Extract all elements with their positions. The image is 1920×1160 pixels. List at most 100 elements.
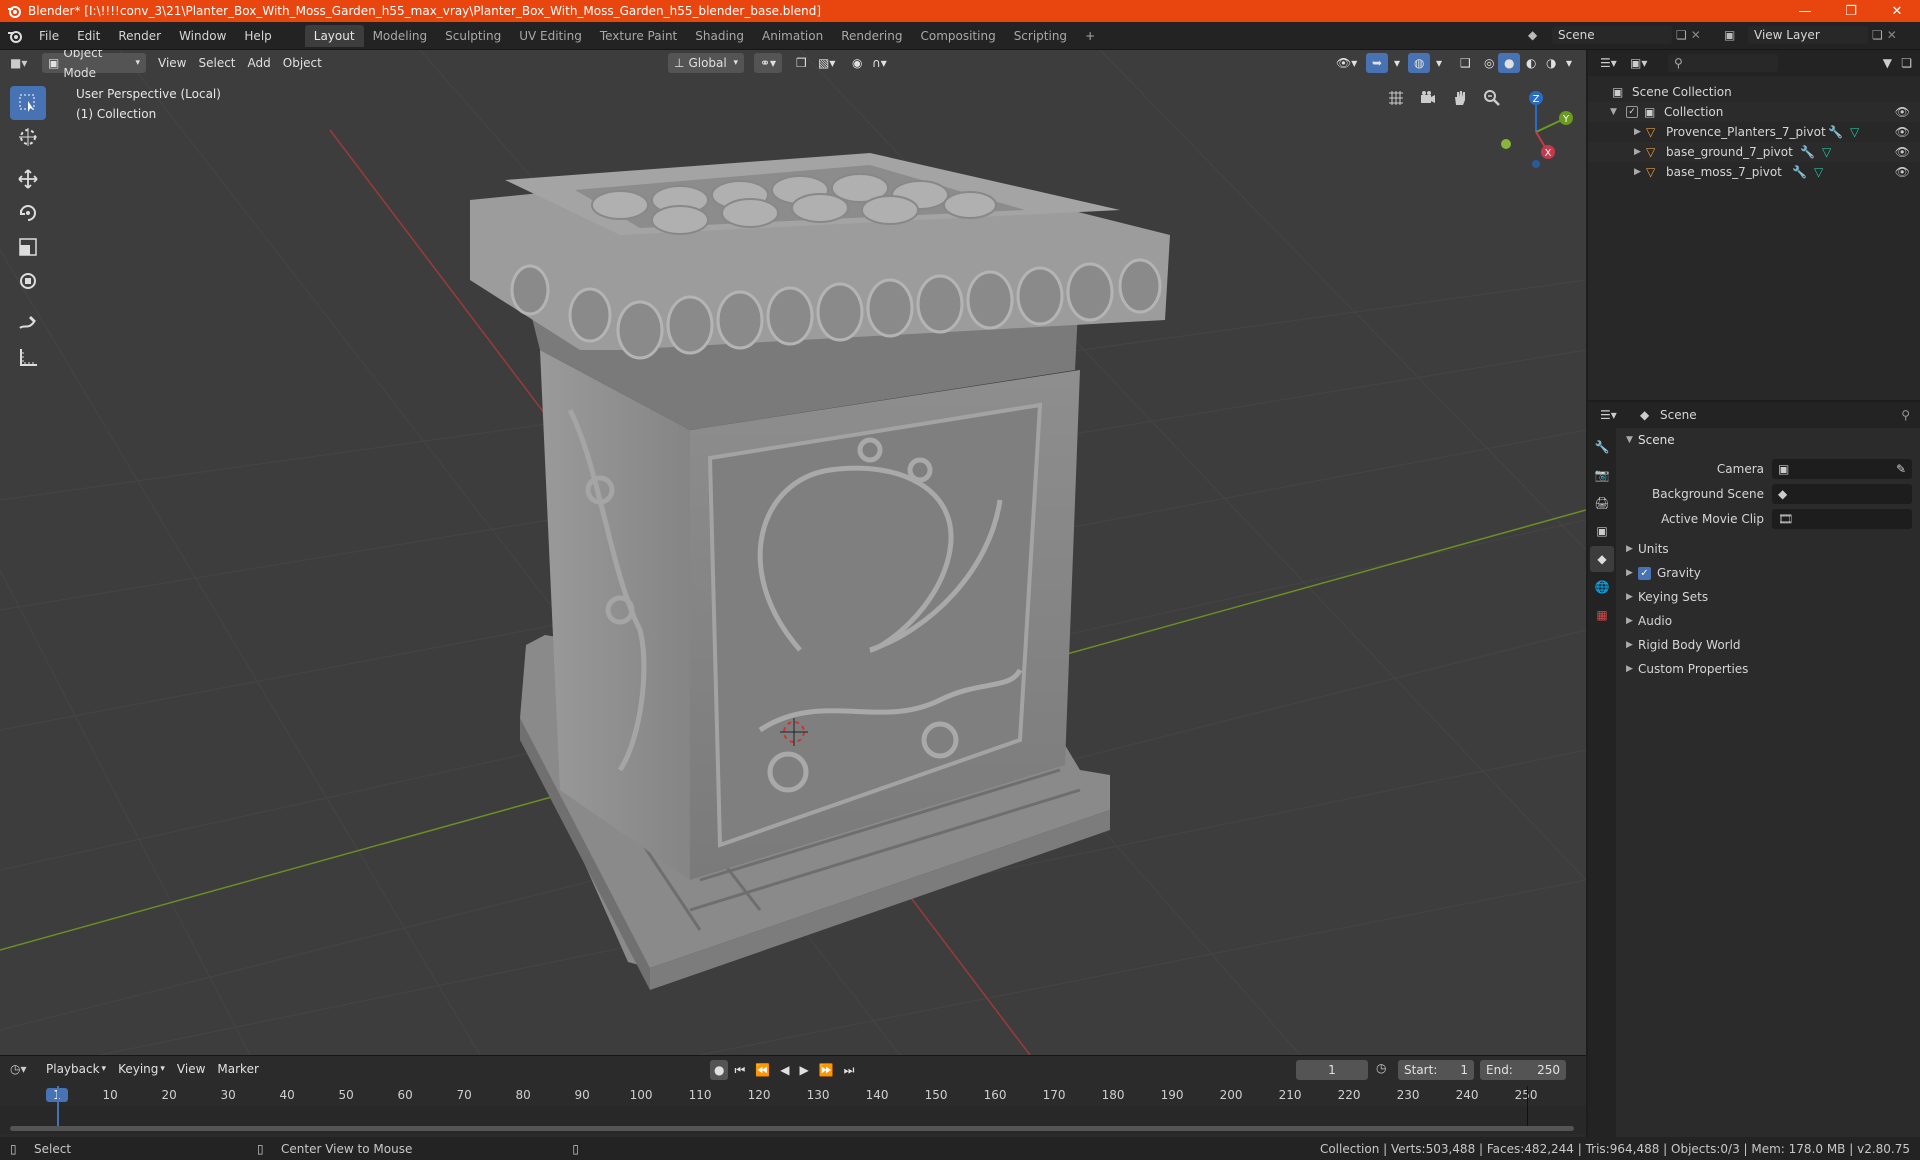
tab-shading[interactable]: Shading (686, 25, 753, 47)
menu-help[interactable]: Help (235, 25, 280, 47)
scale-tool[interactable] (10, 230, 46, 264)
view-layer-icon[interactable]: ▣ (1724, 28, 1744, 42)
new-view-layer-icon[interactable]: ❏ (1872, 28, 1883, 42)
timeline-editor-type-icon[interactable]: ◷▾ (10, 1062, 40, 1076)
jump-keyframe-forward-button[interactable]: ⏩ (815, 1060, 838, 1080)
texture-tab-icon[interactable]: ▦ (1590, 602, 1614, 628)
preview-range-clock-icon[interactable]: ◷ (1376, 1061, 1386, 1075)
object-mode-dropdown[interactable]: ▣ Object Mode ▾ (42, 50, 146, 80)
eyedropper-icon[interactable]: ✎ (1896, 462, 1906, 476)
output-tab-icon[interactable]: 🖨 (1590, 490, 1614, 516)
transform-tool[interactable] (10, 264, 46, 298)
units-panel-header[interactable]: ▶ Units (1618, 537, 1920, 561)
outliner-object-row[interactable]: ▶ ▽ base_moss_7_pivot 🔧 ▽ 👁 (1588, 162, 1920, 182)
render-tab-icon[interactable]: 📷 (1590, 462, 1614, 488)
menu-window[interactable]: Window (170, 25, 235, 47)
view-layer-selector[interactable]: View Layer (1748, 26, 1868, 44)
overlay-toggle[interactable]: ◍ (1408, 53, 1431, 73)
collection-checkbox[interactable]: ✓ (1626, 106, 1638, 118)
menu-add[interactable]: Add (242, 53, 277, 73)
tab-animation[interactable]: Animation (753, 25, 832, 47)
scene-icon[interactable]: ◆ (1528, 28, 1548, 42)
scene-tab-icon[interactable]: ◆ (1590, 546, 1614, 572)
visibility-eye-icon[interactable]: 👁 (1895, 105, 1910, 119)
select-box-tool[interactable] (10, 86, 46, 120)
visibility-dropdown[interactable]: 👁▾ (1330, 53, 1363, 73)
annotate-tool[interactable] (10, 306, 46, 340)
pivot-point-dropdown[interactable]: ⚭▾ (754, 53, 783, 73)
editor-type-icon[interactable]: ■▾ (10, 56, 36, 70)
new-scene-icon[interactable]: ❏ (1676, 28, 1687, 42)
outliner-scene-collection[interactable]: ▣ Scene Collection (1588, 82, 1920, 102)
collapse-arrow-icon[interactable]: ▼ (1610, 107, 1622, 117)
menu-object[interactable]: Object (277, 53, 328, 73)
3d-viewport[interactable]: ■▾ ▣ Object Mode ▾ View Select Add Objec… (0, 50, 1586, 1055)
navigation-gizmo[interactable]: Z Y X (1496, 88, 1576, 168)
world-tab-icon[interactable]: 🌐 (1590, 574, 1614, 600)
cursor-tool[interactable] (10, 120, 46, 154)
display-mode-dropdown[interactable]: ▣▾ (1630, 56, 1660, 70)
visibility-eye-icon[interactable]: 👁 (1895, 125, 1910, 139)
outliner-collection[interactable]: ▼ ✓ ▣ Collection 👁 (1588, 102, 1920, 122)
tab-compositing[interactable]: Compositing (911, 25, 1004, 47)
timeline-track-area[interactable] (0, 1086, 1586, 1134)
scene-panel-header[interactable]: ▼ Scene (1618, 428, 1920, 452)
end-frame-field[interactable]: End: 250 (1480, 1060, 1566, 1080)
visibility-eye-icon[interactable]: 👁 (1895, 165, 1910, 179)
gravity-panel-header[interactable]: ▶ ✓ Gravity (1618, 561, 1920, 585)
move-tool[interactable] (10, 162, 46, 196)
background-scene-field[interactable]: ◆ (1772, 483, 1912, 504)
snap-target-dropdown[interactable]: ▧▾ (812, 53, 841, 73)
tab-sculpting[interactable]: Sculpting (436, 25, 510, 47)
overlay-dropdown[interactable]: ▾ (1430, 53, 1448, 73)
new-collection-icon[interactable]: ❏ (1901, 56, 1912, 70)
proportional-falloff-dropdown[interactable]: ∩▾ (866, 53, 893, 73)
pin-icon[interactable]: ⚲ (1901, 408, 1910, 422)
menu-keying[interactable]: Keying ▾ (112, 1059, 171, 1079)
tab-scripting[interactable]: Scripting (1005, 25, 1076, 47)
menu-timeline-view[interactable]: View (171, 1059, 211, 1079)
snap-toggle[interactable]: ❒ (790, 53, 813, 73)
tab-layout[interactable]: Layout (304, 24, 364, 47)
timeline-frame-ruler[interactable]: 1102030405060708090100110120130140150160… (0, 1086, 1586, 1106)
audio-panel-header[interactable]: ▶ Audio (1618, 609, 1920, 633)
filter-icon[interactable]: ▼ (1883, 56, 1892, 70)
transform-orientation-dropdown[interactable]: ⊥ Global ▾ (668, 53, 744, 73)
gizmo-dropdown[interactable]: ▾ (1388, 53, 1406, 73)
custom-properties-panel-header[interactable]: ▶ Custom Properties (1618, 657, 1920, 681)
tab-texture-paint[interactable]: Texture Paint (591, 25, 686, 47)
pan-view-hand-icon[interactable] (1446, 84, 1474, 112)
add-workspace-icon[interactable]: + (1076, 25, 1104, 47)
tab-modeling[interactable]: Modeling (364, 25, 437, 47)
camera-field[interactable]: ▣ ✎ (1772, 458, 1912, 479)
visibility-eye-icon[interactable]: 👁 (1895, 145, 1910, 159)
rotate-tool[interactable] (10, 196, 46, 230)
tab-uv-editing[interactable]: UV Editing (510, 25, 591, 47)
play-reverse-button[interactable]: ◀ (776, 1060, 793, 1080)
delete-scene-icon[interactable]: ✕ (1691, 28, 1701, 42)
playhead-line[interactable] (57, 1086, 59, 1130)
outliner-object-row[interactable]: ▶ ▽ Provence_Planters_7_pivot 🔧 ▽ 👁 (1588, 122, 1920, 142)
menu-file[interactable]: File (30, 25, 68, 47)
record-button[interactable]: ● (710, 1060, 729, 1080)
delete-view-layer-icon[interactable]: ✕ (1887, 28, 1897, 42)
jump-keyframe-back-button[interactable]: ⏪ (751, 1060, 774, 1080)
solid-shading-button[interactable]: ● (1498, 53, 1521, 73)
camera-view-icon[interactable] (1414, 84, 1442, 112)
tab-rendering[interactable]: Rendering (832, 25, 911, 47)
xray-toggle[interactable]: ❑ (1454, 53, 1477, 73)
properties-editor-type-icon[interactable]: ☰▾ (1600, 408, 1630, 422)
outliner-object-row[interactable]: ▶ ▽ base_ground_7_pivot 🔧 ▽ 👁 (1588, 142, 1920, 162)
active-movie-clip-field[interactable]: 🎞 (1772, 508, 1912, 529)
expand-arrow-icon[interactable]: ▶ (1634, 147, 1646, 157)
outliner-editor-type-icon[interactable]: ☰▾ (1600, 56, 1630, 70)
current-frame-field[interactable]: 1 (1296, 1060, 1368, 1080)
outliner-search-input[interactable]: ⚲ (1668, 54, 1778, 72)
gravity-checkbox[interactable]: ✓ (1638, 566, 1651, 580)
tool-settings-tab-icon[interactable]: 🔧 (1590, 434, 1614, 460)
jump-end-button[interactable]: ⏭ (840, 1060, 859, 1080)
minimize-button[interactable]: — (1782, 0, 1828, 22)
menu-view[interactable]: View (152, 53, 192, 73)
expand-arrow-icon[interactable]: ▶ (1634, 127, 1646, 137)
menu-playback[interactable]: Playback ▾ (40, 1059, 112, 1079)
